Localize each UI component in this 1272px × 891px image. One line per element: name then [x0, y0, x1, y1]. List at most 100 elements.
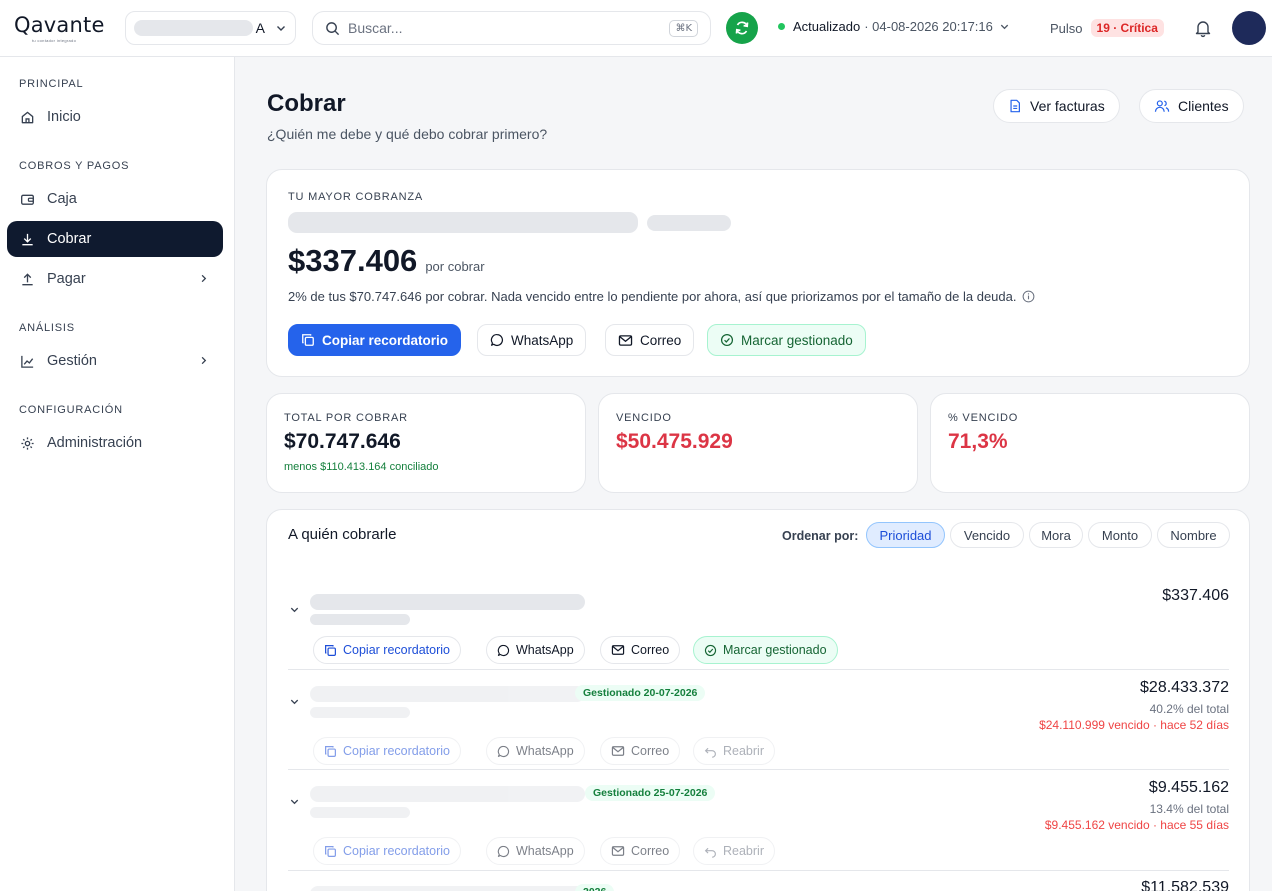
whatsapp-button[interactable]: WhatsApp: [486, 837, 585, 865]
client-name-redacted: [310, 786, 585, 802]
search-shortcut: ⌘K: [669, 19, 698, 37]
kpi-value: 71,3%: [948, 430, 1008, 453]
whatsapp-button[interactable]: WhatsApp: [486, 737, 585, 765]
clients-button[interactable]: Clientes: [1139, 89, 1244, 123]
row-overdue: $9.455.162 vencido · hace 55 días: [1044, 818, 1229, 832]
mail-icon: [611, 644, 625, 656]
status-badge: Gestionado 25-07-2026: [585, 785, 716, 801]
sidebar-item-gestion[interactable]: Gestión: [7, 343, 223, 379]
sidebar-item-label: Administración: [47, 435, 143, 451]
reopen-label: Reabrir: [723, 744, 764, 758]
logo-tagline: tu contador integrado: [32, 38, 77, 43]
top-collection-amount: $337.406: [288, 243, 418, 278]
copy-reminder-button[interactable]: Copiar recordatorio: [313, 636, 461, 664]
mail-icon: [611, 745, 625, 757]
check-circle-icon: [704, 644, 717, 657]
sidebar-section-title: ANÁLISIS: [19, 322, 75, 334]
reopen-button[interactable]: Reabrir: [693, 737, 775, 765]
whatsapp-label: WhatsApp: [516, 643, 574, 657]
sidebar-item-label: Caja: [47, 191, 77, 207]
copy-reminder-button[interactable]: Copiar recordatorio: [288, 324, 462, 356]
sort-option-prioridad[interactable]: Prioridad: [866, 522, 945, 548]
copy-reminder-label: Copiar recordatorio: [343, 844, 450, 858]
organization-select[interactable]: A: [125, 11, 296, 45]
list-title: A quién cobrarle: [288, 526, 397, 543]
sidebar-item-caja[interactable]: Caja: [7, 181, 223, 217]
sidebar-item-pagar[interactable]: Pagar: [7, 261, 223, 297]
top-collection-card: TU MAYOR COBRANZA $337.406 por cobrar 2%…: [266, 169, 1250, 377]
status-badge: Gestionado 20-07-2026: [575, 685, 706, 701]
email-button[interactable]: Correo: [605, 324, 695, 356]
sort-option-monto[interactable]: Monto: [1088, 522, 1152, 548]
chevron-down-icon[interactable]: [289, 696, 300, 707]
pulso-indicator[interactable]: Pulso 19 · Crítica: [1050, 19, 1164, 37]
search-bar[interactable]: Buscar... ⌘K: [312, 11, 711, 45]
top-collection-amount-suffix: por cobrar: [425, 259, 485, 274]
sidebar-item-inicio[interactable]: Inicio: [7, 99, 223, 135]
sort-option-mora[interactable]: Mora: [1029, 522, 1083, 548]
top-collection-description: 2% de tus $70.747.646 por cobrar. Nada v…: [288, 289, 1017, 304]
chevron-down-icon[interactable]: [289, 796, 300, 807]
sort-option-nombre[interactable]: Nombre: [1157, 522, 1230, 548]
copy-reminder-button[interactable]: Copiar recordatorio: [313, 737, 461, 765]
whatsapp-button[interactable]: WhatsApp: [477, 324, 587, 356]
divider: [288, 769, 1229, 770]
sidebar-item-administracion[interactable]: Administración: [7, 425, 223, 461]
status-label: Actualizado: [793, 19, 861, 34]
email-button[interactable]: Correo: [600, 837, 681, 865]
row-share: 40.2% del total: [1149, 702, 1229, 716]
client-id-redacted: [310, 614, 410, 625]
chevron-right-icon: [198, 273, 209, 284]
email-label: Correo: [631, 744, 670, 758]
mark-managed-label: Marcar gestionado: [723, 643, 827, 657]
copy-reminder-label: Copiar recordatorio: [343, 643, 450, 657]
whatsapp-label: WhatsApp: [516, 844, 574, 858]
search-icon: [325, 21, 340, 36]
avatar[interactable]: [1232, 11, 1266, 45]
client-name-redacted: [310, 594, 585, 610]
organization-initial: A: [255, 20, 265, 36]
undo-icon: [704, 845, 717, 858]
kpi-note: menos $110.413.164 conciliado: [284, 461, 439, 473]
email-label: Correo: [640, 332, 682, 348]
whatsapp-label: WhatsApp: [511, 332, 574, 348]
bell-icon[interactable]: [1193, 18, 1213, 38]
page-title: Cobrar: [267, 90, 346, 117]
sidebar-section-title: COBROS Y PAGOS: [19, 160, 130, 172]
sort-option-vencido[interactable]: Vencido: [950, 522, 1024, 548]
document-icon: [1008, 99, 1022, 113]
copy-reminder-label: Copiar recordatorio: [322, 332, 449, 348]
sync-status[interactable]: Actualizado · 04-08-2026 20:17:16: [778, 19, 1010, 34]
row-amount: $9.455.162: [1148, 779, 1229, 796]
mark-managed-button[interactable]: Marcar gestionado: [707, 324, 866, 356]
mail-icon: [618, 334, 633, 347]
mark-managed-label: Marcar gestionado: [741, 332, 853, 348]
row-amount: $337.406: [1162, 587, 1229, 604]
sync-button[interactable]: [726, 12, 758, 44]
row-amount: $28.433.372: [1140, 679, 1229, 696]
info-icon[interactable]: [1022, 290, 1035, 303]
copy-icon: [324, 845, 337, 858]
status-badge: 2026: [575, 884, 615, 891]
chat-bubble-icon: [497, 644, 510, 657]
wallet-icon: [19, 192, 35, 207]
email-button[interactable]: Correo: [600, 636, 681, 664]
whatsapp-button[interactable]: WhatsApp: [486, 636, 585, 664]
copy-reminder-button[interactable]: Copiar recordatorio: [313, 837, 461, 865]
mark-managed-button[interactable]: Marcar gestionado: [693, 636, 838, 664]
email-button[interactable]: Correo: [600, 737, 681, 765]
undo-icon: [704, 745, 717, 758]
gear-icon: [19, 436, 35, 451]
view-invoices-button[interactable]: Ver facturas: [993, 89, 1120, 123]
reopen-button[interactable]: Reabrir: [693, 837, 775, 865]
chat-bubble-icon: [490, 333, 504, 347]
search-input[interactable]: Buscar...: [348, 20, 669, 36]
mail-icon: [611, 845, 625, 857]
sidebar-item-cobrar[interactable]: Cobrar: [7, 221, 223, 257]
copy-reminder-label: Copiar recordatorio: [343, 744, 450, 758]
sidebar-item-label: Inicio: [47, 109, 81, 125]
chevron-down-icon[interactable]: [289, 604, 300, 615]
chevron-right-icon: [198, 355, 209, 366]
chat-bubble-icon: [497, 745, 510, 758]
logo[interactable]: Qavante tu contador integrado: [14, 13, 105, 43]
